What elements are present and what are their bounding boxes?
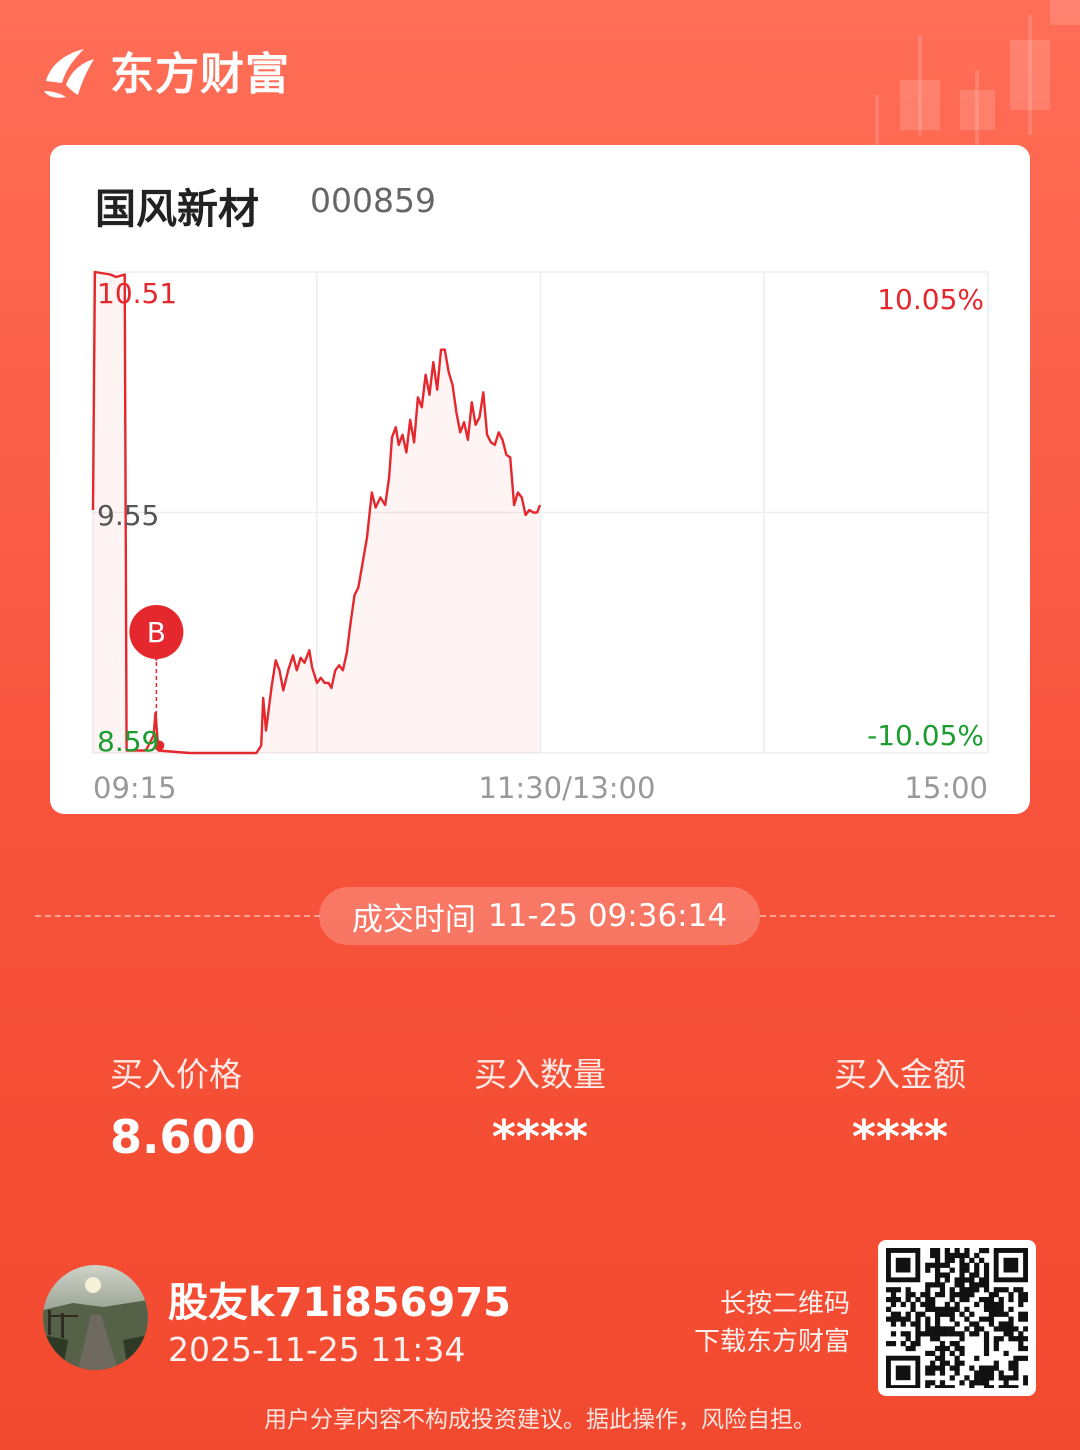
user-name[interactable]: 股友k71i856975 — [168, 1270, 511, 1328]
time-axis-mid: 11:30/13:00 — [479, 771, 656, 805]
stat-buy-quantity: 买入数量 **** — [410, 1048, 670, 1164]
chart-grid — [92, 271, 989, 754]
price-axis-bottom: 8.59 — [97, 725, 159, 758]
brand-logo-icon — [44, 49, 94, 98]
disclaimer: 用户分享内容不构成投资建议。据此操作，风险自担。 — [264, 1407, 816, 1433]
qr-code[interactable] — [878, 1240, 1036, 1396]
stat-label: 买入价格 — [110, 1055, 242, 1094]
trade-time-value: 11-25 09:36:14 — [487, 898, 728, 934]
qr-code-image — [886, 1248, 1029, 1391]
share-time: 2025-11-25 11:34 — [168, 1330, 466, 1369]
stat-value: 8.600 — [110, 1110, 256, 1164]
time-axis-end: 15:00 — [904, 771, 988, 805]
stat-buy-price: 买入价格 8.600 — [110, 1048, 370, 1164]
qr-hint-line2: 下载东方财富 — [693, 1327, 850, 1357]
stat-value: **** — [491, 1110, 589, 1164]
stat-value: **** — [851, 1110, 949, 1164]
brand-header: 东方财富 — [40, 38, 290, 102]
divider-left — [35, 915, 320, 917]
trade-time-label: 成交时间 — [351, 901, 476, 938]
avatar-image — [43, 1265, 148, 1370]
price-axis-mid: 9.55 — [97, 499, 159, 532]
time-axis-start: 09:15 — [93, 771, 177, 805]
stat-buy-amount: 买入金额 **** — [770, 1048, 1030, 1164]
buy-marker-label: B — [147, 616, 166, 649]
stat-label: 买入数量 — [474, 1055, 606, 1094]
pct-axis-bottom: -10.05% — [867, 719, 984, 752]
decorative-candles — [875, 0, 1080, 145]
stat-label: 买入金额 — [834, 1055, 966, 1094]
divider-right — [760, 915, 1055, 917]
qr-hint: 长按二维码 下载东方财富 — [694, 1285, 850, 1361]
trade-time-pill: 成交时间 11-25 09:36:14 — [319, 887, 760, 945]
stock-card: 国风新材 000859 B 10.51 9.55 8.59 10.05% -10… — [50, 145, 1030, 814]
avatar[interactable] — [43, 1265, 148, 1370]
intraday-chart: B 10.51 9.55 8.59 10.05% -10.05% 09:15 1… — [91, 270, 989, 805]
pct-axis-top: 10.05% — [877, 283, 984, 316]
qr-hint-line1: 长按二维码 — [719, 1289, 850, 1319]
price-axis-top: 10.51 — [97, 277, 177, 310]
brand-name: 东方财富 — [110, 49, 290, 100]
